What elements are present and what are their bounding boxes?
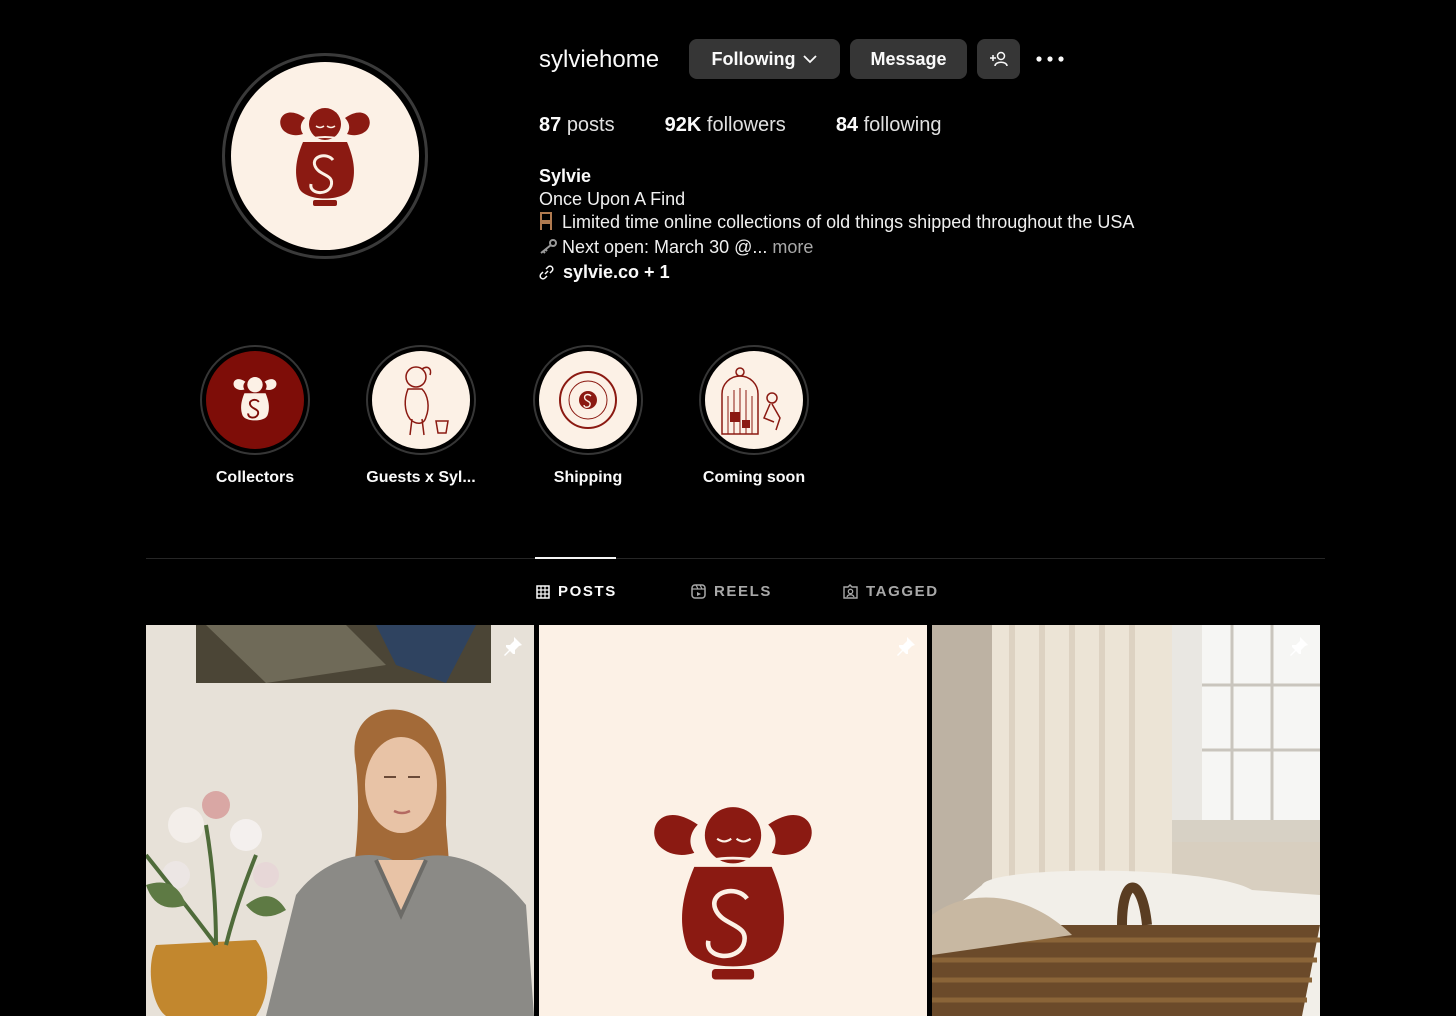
suggest-accounts-button[interactable] [977,39,1020,79]
more-options-icon[interactable] [1034,48,1066,70]
highlight-ring [366,345,476,455]
following-count: 84 [835,114,859,136]
birdcage-drawing-icon [721,367,781,435]
post-tile[interactable] [146,625,534,1016]
following-label: following [863,114,942,136]
tagged-icon [843,584,858,599]
profile-username: sylviehome [539,46,660,73]
bio-line-3-text: Next open: March 30 @... [562,237,768,257]
profile-bio: Sylvie Once Upon A Find Limited time onl… [539,165,1134,286]
posts-count: 87 [539,114,562,136]
reels-icon [691,584,706,599]
portrait-photo [146,625,534,1016]
profile-avatar[interactable] [222,53,428,259]
chair-icon [539,212,557,236]
active-tab-indicator [535,557,616,559]
highlight-cover [372,351,470,449]
logo-post-image [539,625,927,1016]
pin-icon [1288,635,1310,662]
tabs-divider [146,558,1325,559]
pin-icon [502,635,524,662]
profile-name: Sylvie [539,166,592,186]
following-button-label: Following [711,48,796,69]
highlight-cover [206,351,304,449]
highlight-cover [539,351,637,449]
tab-tagged[interactable]: TAGGED [843,583,939,600]
cherub-vase-logo-icon [280,108,370,206]
post-tile[interactable] [539,625,927,1016]
key-icon [539,238,557,261]
highlight-label: Coming soon [702,469,806,486]
pin-icon [895,635,917,662]
post-tile[interactable] [932,625,1320,1016]
tab-posts[interactable]: POSTS [536,583,617,600]
stamp-seal-icon [559,371,617,429]
profile-page: sylviehome Following Message 87 posts 92… [0,0,1456,1016]
basket-photo [932,625,1320,1016]
add-user-icon [989,51,1008,67]
highlight-coming-soon[interactable]: Coming soon [689,345,819,487]
highlight-shipping[interactable]: Shipping [523,345,653,487]
highlight-guests[interactable]: Guests x Syl... [356,345,486,487]
sylvie-logo [231,62,419,250]
grid-icon [536,584,550,599]
message-button-label: Message [870,48,947,69]
bio-line-1: Once Upon A Find [539,189,686,209]
bio-link-text: sylvie.co + 1 [563,262,670,282]
highlight-ring [200,345,310,455]
bio-line-3: Next open: March 30 @... more [539,236,1134,261]
bio-more-link[interactable]: more [772,237,813,257]
highlight-label: Shipping [553,469,623,486]
tab-reels-label: REELS [714,583,773,600]
highlight-ring [699,345,809,455]
message-button[interactable]: Message [850,39,967,79]
bio-link[interactable]: sylvie.co + 1 [539,261,1134,286]
chevron-down-icon [803,54,818,64]
following-stat[interactable]: 84 following [836,114,942,137]
following-button[interactable]: Following [689,39,840,79]
posts-stat: 87 posts [539,114,615,137]
highlight-ring [533,345,643,455]
tab-tagged-label: TAGGED [866,583,939,600]
posts-label: posts [566,114,615,136]
bio-line-2: Limited time online collections of old t… [539,211,1134,236]
link-icon [539,263,555,286]
highlight-cover [705,351,803,449]
followers-stat[interactable]: 92K followers [665,114,786,137]
bio-line-2-text: Limited time online collections of old t… [562,212,1135,232]
highlight-collectors[interactable]: Collectors [190,345,320,487]
cherub-drawing-icon [404,366,449,436]
followers-label: followers [706,114,786,136]
tab-posts-label: POSTS [558,583,617,600]
highlight-label: Guests x Syl... [366,469,476,486]
highlight-label: Collectors [215,469,295,486]
profile-stats: 87 posts 92K followers 84 following [539,114,991,137]
cherub-vase-icon [233,376,277,421]
tab-reels[interactable]: REELS [691,583,772,600]
followers-count: 92K [664,114,702,136]
